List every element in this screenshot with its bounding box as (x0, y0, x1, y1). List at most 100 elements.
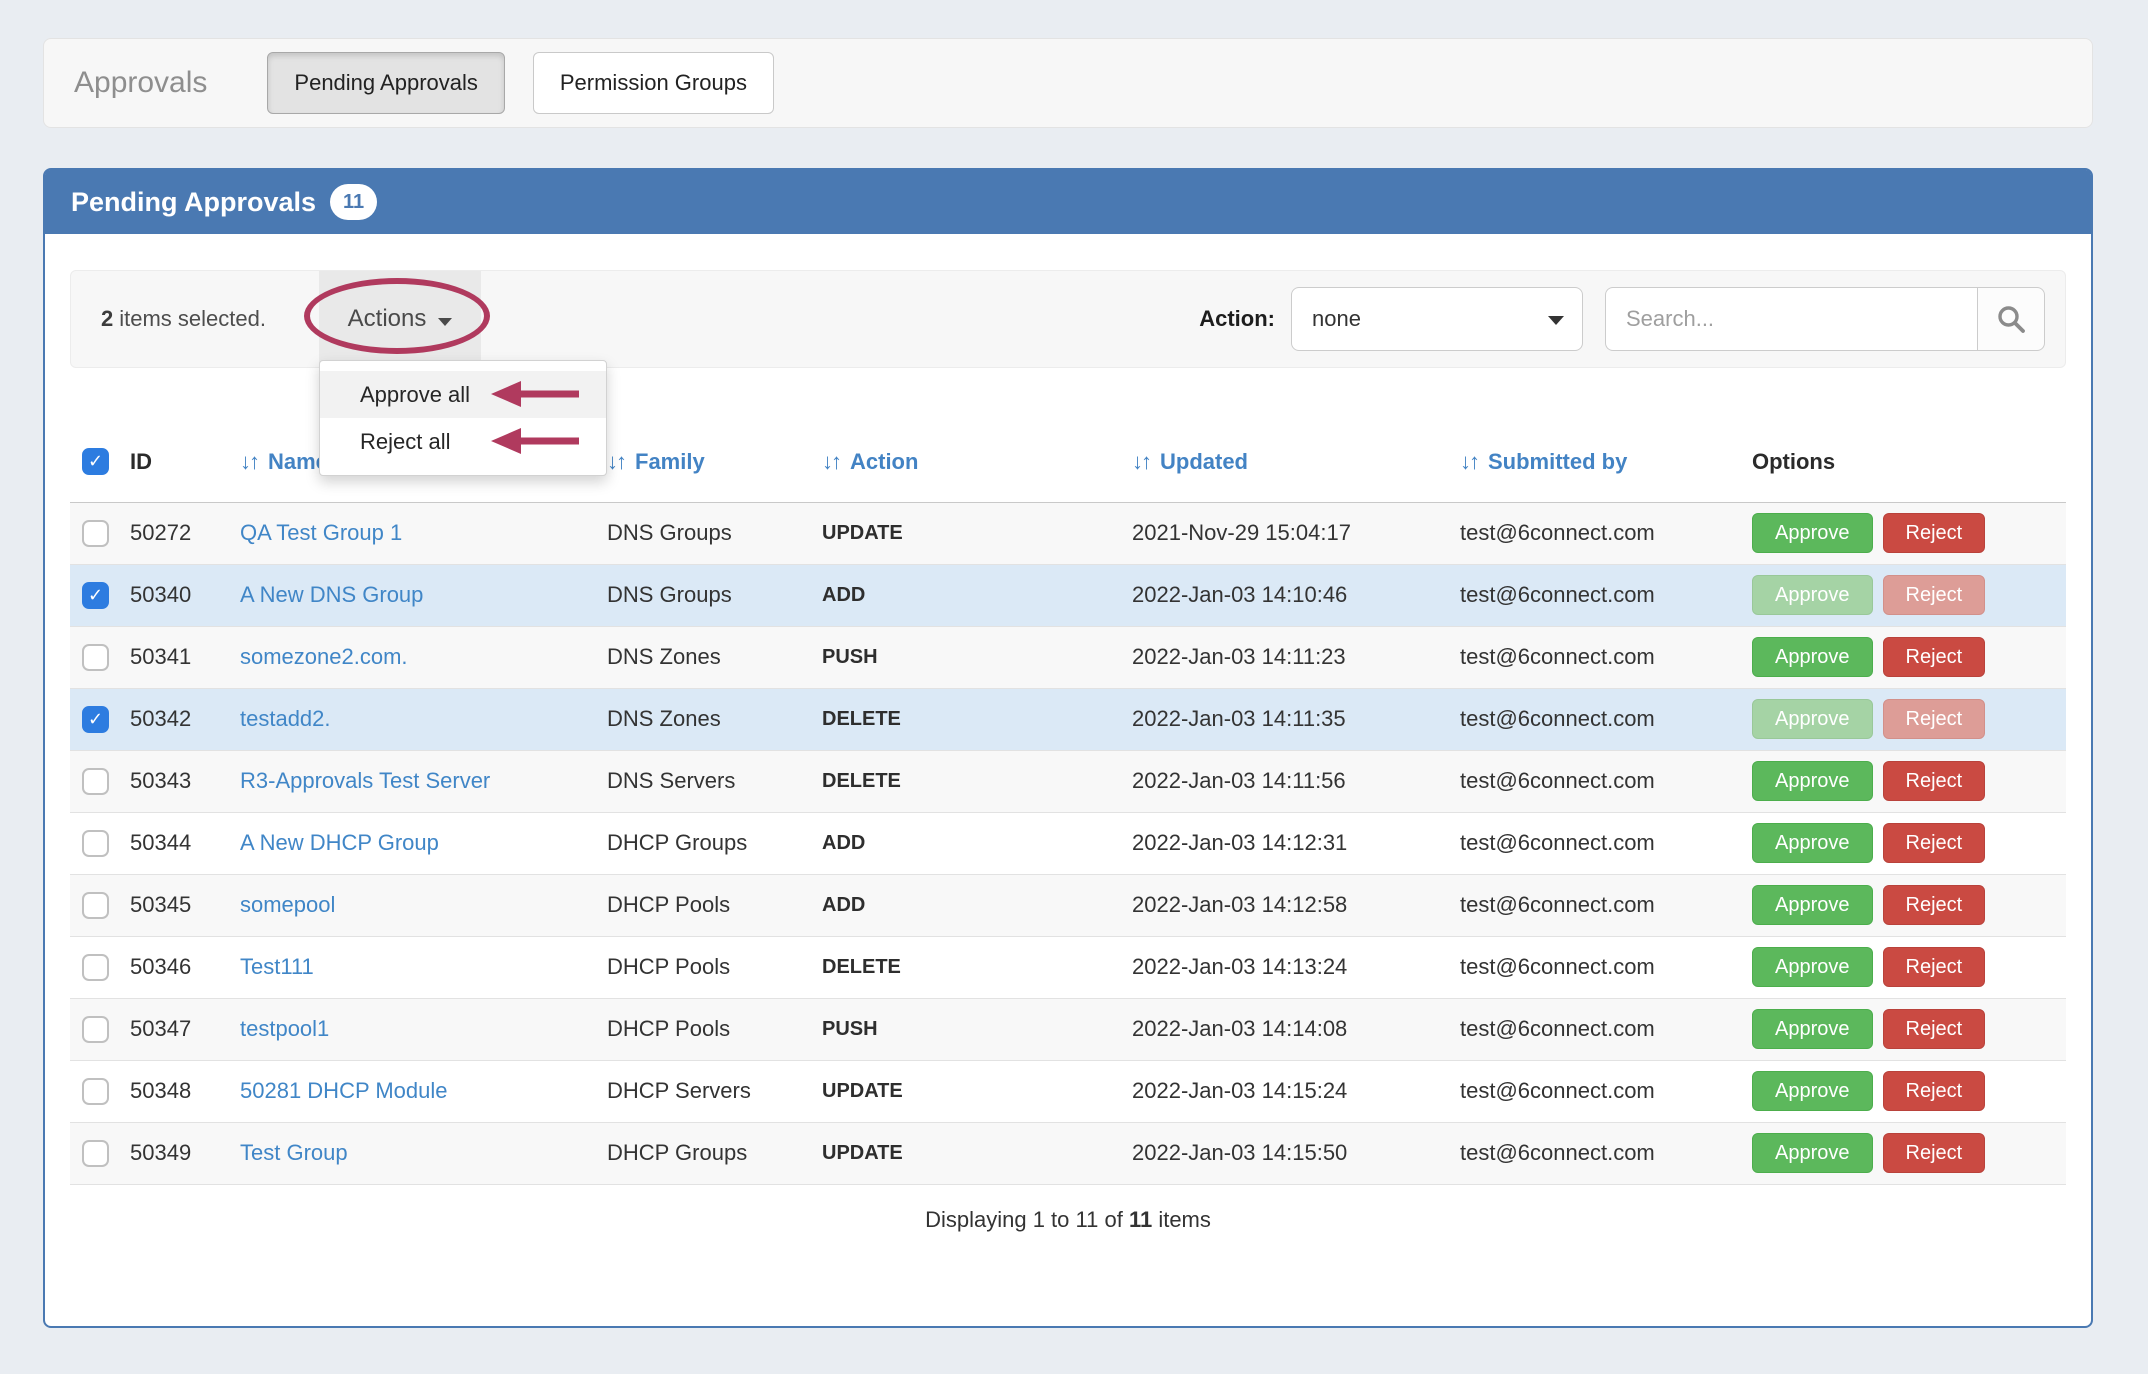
table-row: 50340A New DNS GroupDNS GroupsADD2022-Ja… (70, 564, 2066, 626)
cell-family: DNS Zones (607, 688, 822, 750)
row-checkbox[interactable] (82, 582, 109, 609)
approve-button[interactable]: Approve (1752, 761, 1873, 801)
reject-button[interactable]: Reject (1883, 575, 1986, 615)
row-checkbox[interactable] (82, 1140, 109, 1167)
cell-id: 50349 (130, 1122, 240, 1184)
item-name-link[interactable]: 50281 DHCP Module (240, 1078, 448, 1103)
table-row: 50341somezone2.com.DNS ZonesPUSH2022-Jan… (70, 626, 2066, 688)
row-checkbox[interactable] (82, 892, 109, 919)
cell-action: ADD (822, 564, 1132, 626)
approve-button[interactable]: Approve (1752, 513, 1873, 553)
row-checkbox[interactable] (82, 954, 109, 981)
item-name-link[interactable]: somezone2.com. (240, 644, 408, 669)
cell-family: DNS Zones (607, 626, 822, 688)
search-button[interactable] (1977, 287, 2045, 351)
tab-permission-groups[interactable]: Permission Groups (533, 52, 774, 114)
reject-button[interactable]: Reject (1883, 1009, 1986, 1049)
pagination-summary: Displaying 1 to 11 of 11 items (70, 1207, 2066, 1233)
reject-button[interactable]: Reject (1883, 885, 1986, 925)
row-checkbox[interactable] (82, 1078, 109, 1105)
row-checkbox[interactable] (82, 1016, 109, 1043)
approve-button[interactable]: Approve (1752, 699, 1873, 739)
column-header-action[interactable]: ↓↑Action (822, 449, 918, 474)
search-group (1605, 287, 2045, 351)
item-name-link[interactable]: Test Group (240, 1140, 348, 1165)
approve-button[interactable]: Approve (1752, 1133, 1873, 1173)
actions-dropdown-button[interactable]: Actions (319, 271, 481, 367)
sort-icon: ↓↑ (607, 449, 625, 474)
cell-updated: 2022-Jan-03 14:11:35 (1132, 688, 1460, 750)
actions-button-label: Actions (348, 305, 427, 333)
cell-updated: 2022-Jan-03 14:11:23 (1132, 626, 1460, 688)
column-header-submitted-by[interactable]: ↓↑Submitted by (1460, 449, 1627, 474)
cell-action: ADD (822, 874, 1132, 936)
reject-button[interactable]: Reject (1883, 699, 1986, 739)
cell-id: 50346 (130, 936, 240, 998)
cell-updated: 2022-Jan-03 14:12:31 (1132, 812, 1460, 874)
cell-action: PUSH (822, 998, 1132, 1060)
approve-button[interactable]: Approve (1752, 885, 1873, 925)
cell-submitted-by: test@6connect.com (1460, 564, 1752, 626)
row-checkbox[interactable] (82, 644, 109, 671)
table-row: 50349Test GroupDHCP GroupsUPDATE2022-Jan… (70, 1122, 2066, 1184)
cell-id: 50347 (130, 998, 240, 1060)
approve-button[interactable]: Approve (1752, 823, 1873, 863)
pagination-suffix: items (1152, 1207, 1211, 1232)
cell-submitted-by: test@6connect.com (1460, 998, 1752, 1060)
reject-button[interactable]: Reject (1883, 761, 1986, 801)
sort-icon: ↓↑ (240, 449, 258, 474)
action-filter-value: none (1312, 306, 1361, 332)
approve-button[interactable]: Approve (1752, 637, 1873, 677)
cell-submitted-by: test@6connect.com (1460, 688, 1752, 750)
row-checkbox[interactable] (82, 706, 109, 733)
item-name-link[interactable]: A New DNS Group (240, 582, 423, 607)
item-name-link[interactable]: A New DHCP Group (240, 830, 439, 855)
cell-updated: 2022-Jan-03 14:10:46 (1132, 564, 1460, 626)
reject-button[interactable]: Reject (1883, 1133, 1986, 1173)
reject-button[interactable]: Reject (1883, 823, 1986, 863)
reject-button[interactable]: Reject (1883, 1071, 1986, 1111)
item-name-link[interactable]: QA Test Group 1 (240, 520, 402, 545)
cell-action: UPDATE (822, 1122, 1132, 1184)
item-name-link[interactable]: R3-Approvals Test Server (240, 768, 490, 793)
row-checkbox[interactable] (82, 768, 109, 795)
search-input[interactable] (1605, 287, 1977, 351)
menu-item-approve-all[interactable]: Approve all (320, 371, 606, 418)
row-checkbox[interactable] (82, 520, 109, 547)
select-all-checkbox[interactable] (82, 448, 109, 475)
item-name-link[interactable]: Test111 (240, 954, 314, 979)
table-row: 50342testadd2.DNS ZonesDELETE2022-Jan-03… (70, 688, 2066, 750)
search-icon (1996, 304, 2026, 334)
cell-action: DELETE (822, 688, 1132, 750)
item-name-link[interactable]: testpool1 (240, 1016, 329, 1041)
column-header-family[interactable]: ↓↑Family (607, 449, 705, 474)
cell-submitted-by: test@6connect.com (1460, 1122, 1752, 1184)
page-title: Approvals (74, 66, 207, 100)
cell-updated: 2022-Jan-03 14:11:56 (1132, 750, 1460, 812)
action-filter-select[interactable]: none (1291, 287, 1583, 351)
item-name-link[interactable]: somepool (240, 892, 335, 917)
cell-action: UPDATE (822, 502, 1132, 564)
cell-action: DELETE (822, 936, 1132, 998)
cell-family: DHCP Groups (607, 1122, 822, 1184)
row-checkbox[interactable] (82, 830, 109, 857)
reject-button[interactable]: Reject (1883, 637, 1986, 677)
tab-pending-approvals[interactable]: Pending Approvals (267, 52, 504, 114)
action-filter-label: Action: (1199, 306, 1275, 332)
column-header-updated[interactable]: ↓↑Updated (1132, 449, 1248, 474)
column-header-name[interactable]: ↓↑Name (240, 449, 328, 474)
cell-action: DELETE (822, 750, 1132, 812)
menu-item-reject-all[interactable]: Reject all (320, 418, 606, 465)
sort-icon: ↓↑ (1132, 449, 1150, 474)
approve-button[interactable]: Approve (1752, 1071, 1873, 1111)
cell-family: DHCP Pools (607, 936, 822, 998)
reject-button[interactable]: Reject (1883, 947, 1986, 987)
reject-button[interactable]: Reject (1883, 513, 1986, 553)
cell-family: DHCP Pools (607, 998, 822, 1060)
approve-button[interactable]: Approve (1752, 947, 1873, 987)
approve-button[interactable]: Approve (1752, 1009, 1873, 1049)
item-name-link[interactable]: testadd2. (240, 706, 331, 731)
approve-button[interactable]: Approve (1752, 575, 1873, 615)
sort-icon: ↓↑ (1460, 449, 1478, 474)
toolbar-right: Action: none (1199, 271, 2045, 367)
